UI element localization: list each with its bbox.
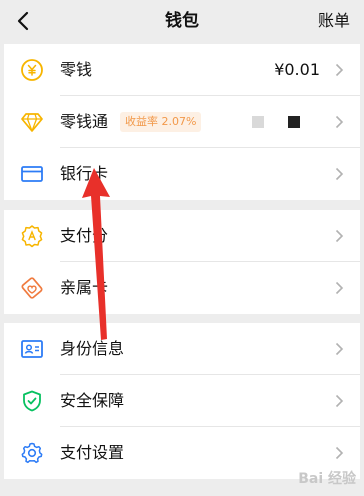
diamond-icon (21, 113, 43, 132)
shield-icon (23, 390, 41, 412)
row-bank-card[interactable]: 银行卡 (4, 148, 360, 200)
obscured-value-block (288, 116, 300, 128)
yield-badge: 收益率 2.07% (120, 112, 202, 132)
chevron-right-icon (335, 167, 344, 181)
chevron-right-icon (335, 63, 344, 77)
family-card-icon (21, 277, 43, 299)
gear-icon (21, 442, 43, 464)
balance-value: ¥0.01 (274, 60, 320, 79)
id-card-icon (21, 340, 43, 358)
wallet-group-settings: 身份信息 安全保障 支付设置 (4, 323, 360, 479)
chevron-right-icon (335, 115, 344, 129)
row-lingqiantong[interactable]: 零钱通 收益率 2.07% (4, 96, 360, 148)
row-label: 安全保障 (60, 391, 125, 410)
wallet-group-balance: 零钱 ¥0.01 零钱通 收益率 2.07% 银行卡 (4, 44, 360, 200)
row-label: 支付设置 (60, 443, 125, 462)
row-security[interactable]: 安全保障 (4, 375, 360, 427)
row-payment-score[interactable]: 支付分 (4, 210, 360, 262)
chevron-right-icon (335, 229, 344, 243)
chevron-right-icon (335, 281, 344, 295)
chevron-right-icon (335, 394, 344, 408)
row-identity-info[interactable]: 身份信息 (4, 323, 360, 375)
coin-yen-icon (21, 59, 43, 81)
row-family-card[interactable]: 亲属卡 (4, 262, 360, 314)
wallet-group-services: 支付分 亲属卡 (4, 210, 360, 314)
payment-score-icon (21, 225, 43, 248)
row-label: 身份信息 (60, 339, 125, 358)
row-label: 银行卡 (60, 164, 109, 183)
row-label: 支付分 (60, 226, 109, 245)
bank-card-icon (21, 166, 43, 182)
chevron-right-icon (335, 446, 344, 460)
row-label: 零钱 (60, 60, 93, 79)
row-label: 零钱通 (60, 112, 109, 131)
chevron-right-icon (335, 342, 344, 356)
row-change[interactable]: 零钱 ¥0.01 (4, 44, 360, 96)
row-label: 亲属卡 (60, 278, 109, 297)
watermark: Bai 经验 (298, 471, 356, 487)
obscured-value-block (252, 116, 264, 128)
page-title: 钱包 (165, 11, 199, 31)
top-bar: 钱包 账单 (0, 0, 364, 42)
bill-button[interactable]: 账单 (318, 0, 350, 42)
